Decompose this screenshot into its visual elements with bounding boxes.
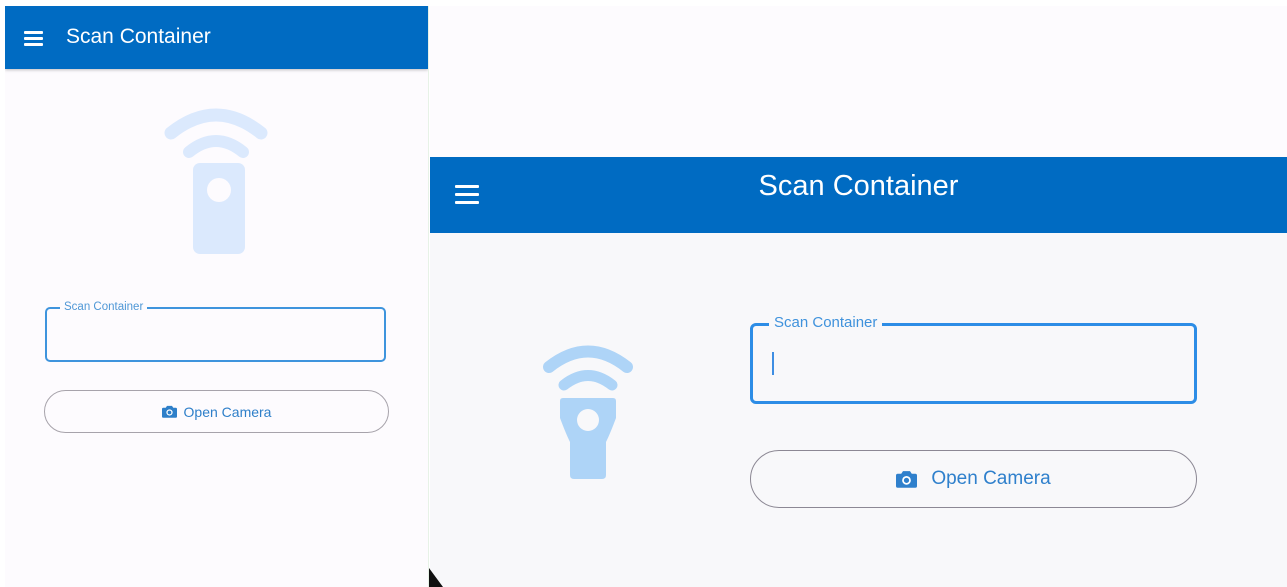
scan-container-input[interactable]: Scan Container (45, 301, 386, 362)
landscape-screen: Scan Container Scan Container Open Camer… (430, 6, 1287, 587)
portrait-screen: Scan Container Scan Container Open Camer… (5, 6, 429, 587)
menu-button[interactable] (17, 22, 51, 52)
open-camera-label: Open Camera (931, 468, 1051, 489)
barcode-scanner-icon (543, 345, 633, 479)
scan-container-label: Scan Container (769, 314, 883, 331)
barcode-scanner-icon (164, 108, 268, 254)
mouse-cursor-icon (429, 568, 443, 587)
camera-icon (896, 471, 918, 488)
page-title: Scan Container (66, 25, 211, 48)
app-bar: Scan Container (5, 6, 428, 69)
open-camera-label: Open Camera (183, 403, 272, 420)
scan-container-input[interactable]: Scan Container (750, 314, 1197, 404)
camera-icon (161, 405, 177, 418)
open-camera-button[interactable]: Open Camera (750, 450, 1197, 508)
page-title: Scan Container (758, 170, 959, 202)
scan-container-label: Scan Container (60, 301, 148, 313)
text-caret (772, 352, 774, 375)
hamburger-menu-icon (24, 31, 43, 34)
app-bar: Scan Container (430, 157, 1287, 233)
open-camera-button[interactable]: Open Camera (44, 390, 389, 433)
